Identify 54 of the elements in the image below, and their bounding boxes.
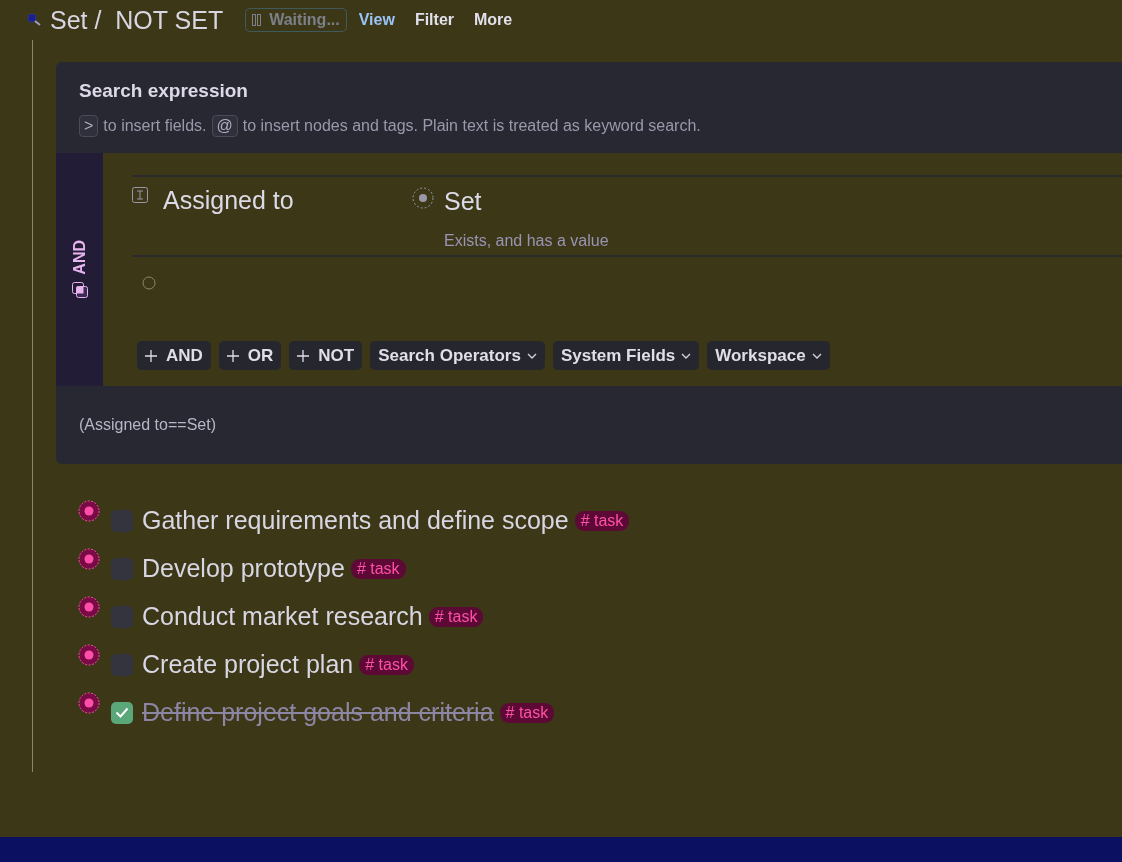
pause-icon [252,14,262,26]
chevron-down-icon [526,352,537,359]
task-title[interactable]: Develop prototype [142,554,345,583]
task-title[interactable]: Gather requirements and define scope [142,506,569,535]
menu-link[interactable]: Filter [414,11,454,29]
bullet-icon[interactable] [78,548,100,570]
key-chip: @ [211,115,238,137]
bullet-icon[interactable] [78,500,100,522]
checkbox[interactable] [111,557,133,580]
checkbox[interactable] [111,701,133,724]
stacked-squares-icon [70,280,89,299]
task-tag[interactable]: # task [574,510,630,531]
search-icon[interactable] [26,12,42,28]
key-chip: > [79,115,99,137]
task-tag[interactable]: # task [350,558,406,579]
value-description: Exists, and has a value [444,232,609,250]
bullet-icon[interactable] [78,596,100,618]
add-button[interactable]: NOT [289,341,363,370]
check-icon [115,707,129,718]
status-text: Waiting... [269,11,340,29]
plus-icon [297,349,310,362]
dropdown-button[interactable]: System Fields [552,341,700,370]
formula-text: (Assigned to==Set) [78,415,217,435]
task-title[interactable]: Conduct market research [142,602,423,631]
add-button[interactable]: AND [137,341,211,370]
chevron-down-icon [681,352,692,359]
bullet-icon[interactable] [78,692,100,714]
checkbox[interactable] [111,653,133,676]
task-tag[interactable]: # task [359,654,414,675]
bullet-icon[interactable] [78,644,100,666]
chevron-down-icon [811,352,822,359]
checkbox[interactable] [111,605,133,628]
dropdown-button[interactable]: Search Operators [370,341,545,370]
task-tag[interactable]: # task [499,702,555,723]
empty-bullet-icon [142,276,156,290]
plus-icon [145,349,157,362]
dropdown-button[interactable]: Workspace [707,341,830,370]
and-group-bar[interactable]: AND [56,153,103,386]
menu-link[interactable]: View [358,11,395,29]
radio-dot-icon [412,187,434,209]
field-name[interactable]: Assigned to [163,186,407,255]
menu-link[interactable]: More [474,11,513,29]
operator-label: AND [70,240,89,275]
task-title[interactable]: Create project plan [142,650,354,679]
hint-text: to insert fields. [103,117,207,135]
page-title: Set / NOT SET [50,5,224,35]
checkbox[interactable] [111,509,133,532]
text-field-icon [132,187,148,203]
field-value[interactable]: Set [444,187,482,216]
hint-text: to insert nodes and tags. Plain text is treated as keyword search. [242,117,701,135]
plus-icon [226,349,239,362]
add-button[interactable]: OR [218,341,282,370]
task-tag[interactable]: # task [428,606,484,627]
panel-title: Search expression [79,80,249,102]
